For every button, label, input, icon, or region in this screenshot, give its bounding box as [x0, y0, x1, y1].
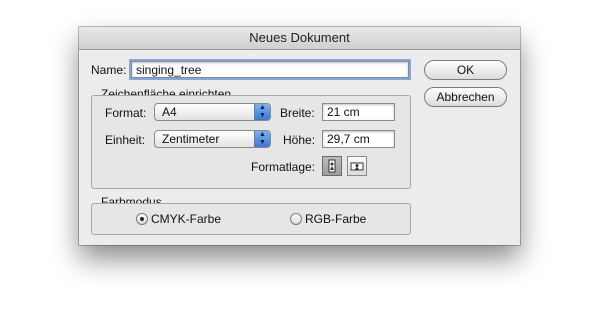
orientation-label: Formatlage:: [251, 160, 316, 174]
name-input[interactable]: singing_tree: [129, 59, 411, 80]
rgb-radio[interactable]: [290, 213, 302, 225]
height-label: Höhe:: [283, 133, 316, 147]
rgb-label[interactable]: RGB-Farbe: [305, 212, 366, 226]
unit-select[interactable]: Zentimeter ▲ ▼: [154, 130, 271, 148]
popup-arrows-icon: ▲ ▼: [254, 104, 270, 120]
name-label: Name:: [91, 63, 127, 77]
portrait-orientation-button[interactable]: [322, 156, 342, 176]
cmyk-label[interactable]: CMYK-Farbe: [151, 212, 221, 226]
format-select[interactable]: A4 ▲ ▼: [154, 103, 271, 121]
height-input[interactable]: 29,7 cm: [322, 130, 395, 148]
unit-label: Einheit:: [105, 133, 146, 147]
format-label: Format:: [105, 106, 147, 120]
cmyk-radio[interactable]: [136, 213, 148, 225]
ok-button[interactable]: OK: [424, 60, 507, 80]
new-document-dialog: Neues Dokument Name: singing_tree OK Abb…: [79, 27, 520, 245]
radio-selected-dot: [140, 217, 144, 221]
landscape-orientation-button[interactable]: [347, 156, 367, 176]
width-label: Breite:: [280, 106, 315, 120]
landscape-icon: [350, 162, 364, 171]
format-value: A4: [162, 105, 177, 119]
width-input[interactable]: 21 cm: [322, 103, 395, 121]
popup-arrows-icon: ▲ ▼: [254, 131, 270, 147]
unit-value: Zentimeter: [162, 132, 220, 146]
cancel-button[interactable]: Abbrechen: [424, 87, 507, 107]
portrait-icon: [328, 159, 336, 173]
window-title: Neues Dokument: [79, 27, 520, 50]
